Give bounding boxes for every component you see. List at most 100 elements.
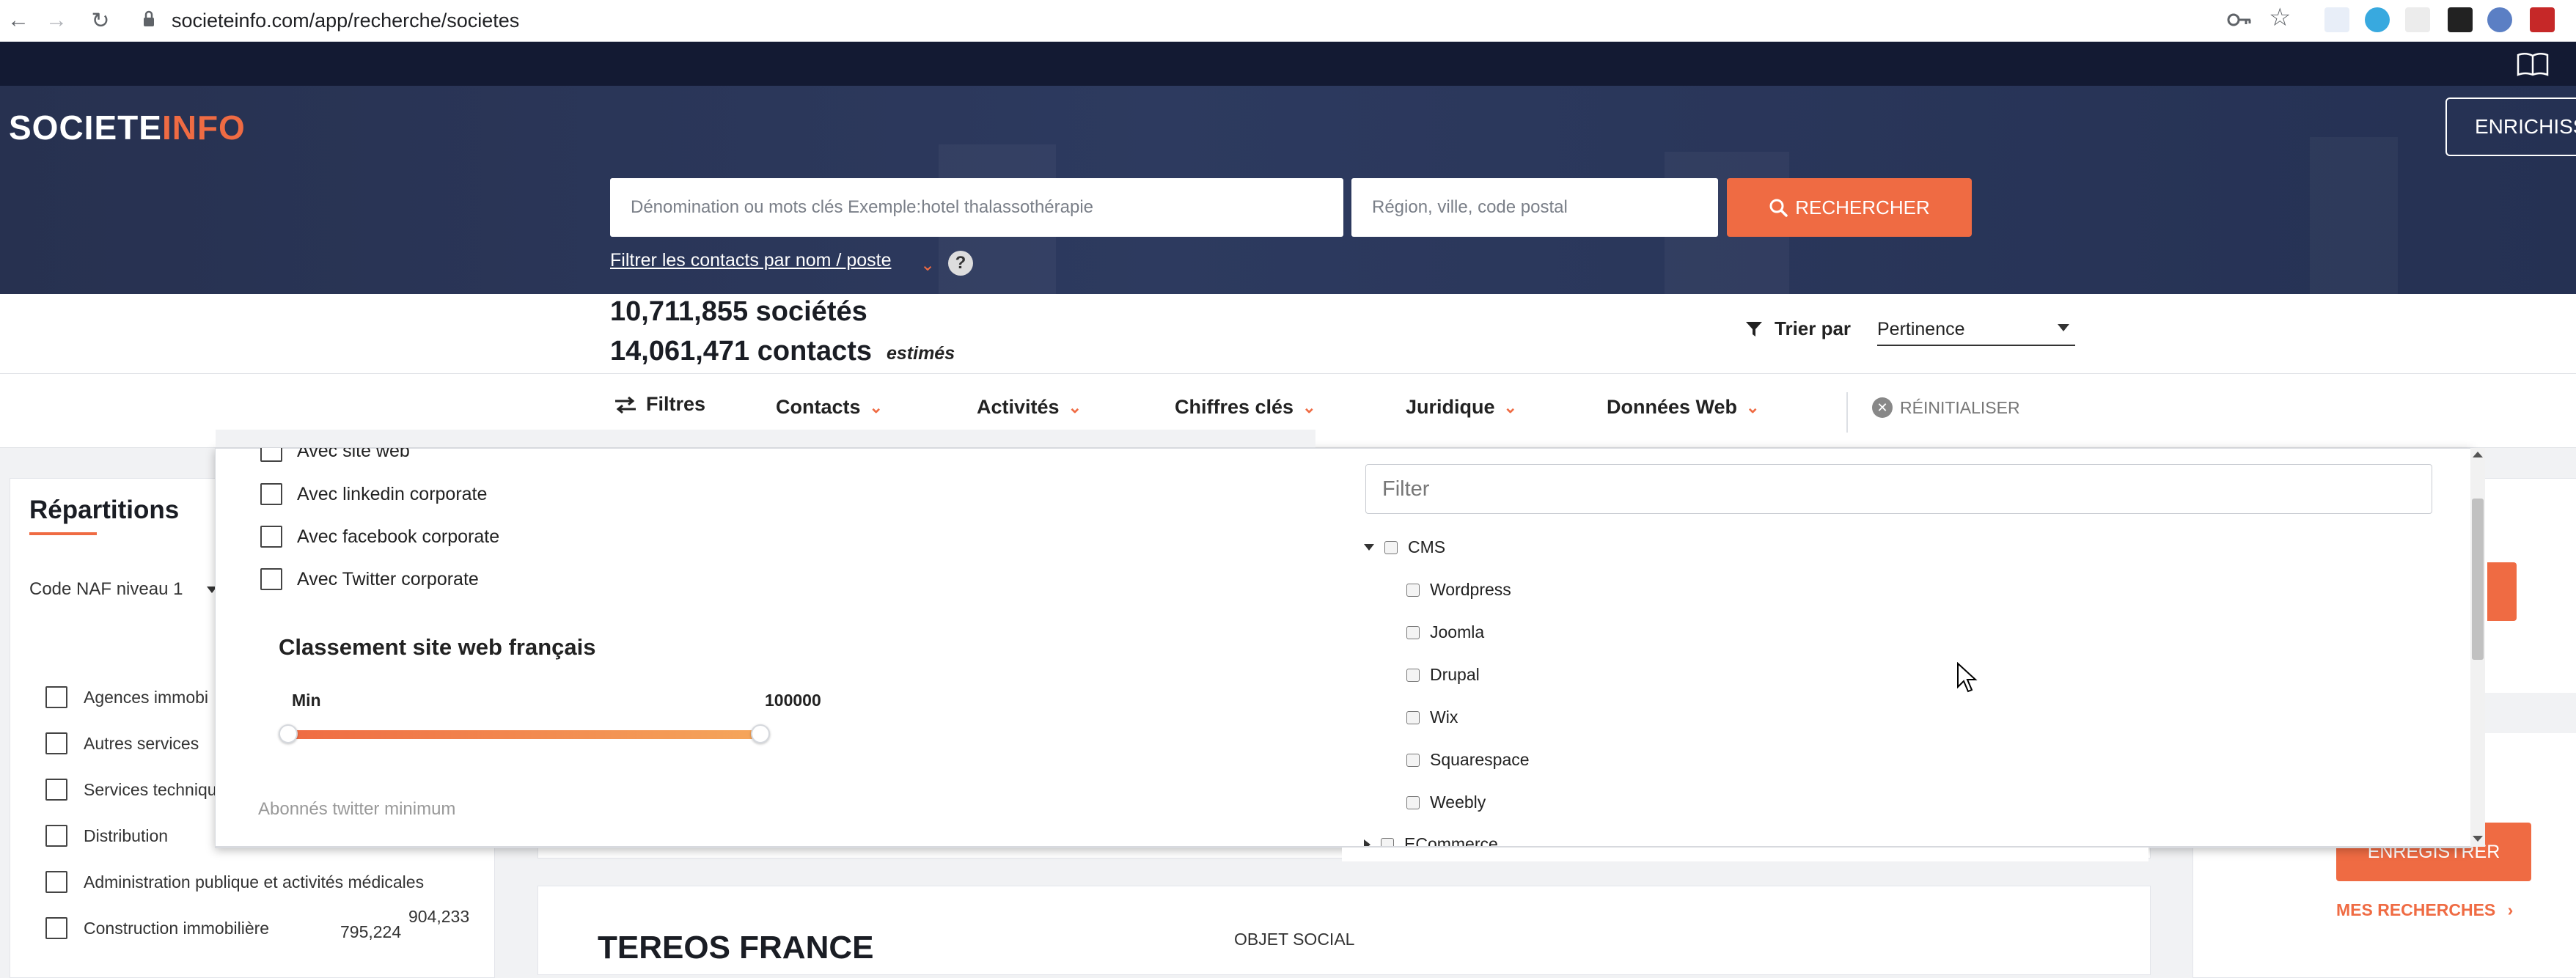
twitter-min-label: Abonnés twitter minimum bbox=[258, 799, 456, 819]
extension-icon[interactable] bbox=[2324, 7, 2349, 32]
repartitions-title: Répartitions bbox=[29, 496, 180, 524]
checkbox[interactable] bbox=[1406, 753, 1420, 767]
help-icon[interactable]: ? bbox=[948, 251, 973, 276]
tree-leaf-label: Joomla bbox=[1430, 622, 1485, 641]
repartition-value: 795,224 bbox=[340, 922, 402, 941]
clip-mask bbox=[1342, 847, 2148, 861]
repartition-row[interactable]: Construction immobilière bbox=[45, 917, 269, 939]
companies-count: 10,711,855 sociétés bbox=[610, 296, 867, 327]
tech-filter-input[interactable]: Filter bbox=[1365, 464, 2432, 514]
forward-icon[interactable]: → bbox=[38, 0, 75, 41]
tab-label: Activités bbox=[977, 396, 1060, 418]
tree-node-cms[interactable]: CMS bbox=[1364, 537, 1445, 557]
book-icon[interactable] bbox=[2517, 52, 2549, 77]
slider-max-handle[interactable] bbox=[751, 724, 770, 743]
filter-contacts-link[interactable]: Filtrer les contacts par nom / poste bbox=[610, 250, 891, 271]
objet-social-label: OBJET SOCIAL bbox=[1234, 930, 1355, 949]
action-button[interactable] bbox=[2487, 562, 2517, 621]
tree-leaf[interactable]: Wordpress bbox=[1406, 580, 1511, 600]
tree-leaf[interactable]: Drupal bbox=[1406, 665, 1480, 685]
checkbox[interactable] bbox=[1406, 668, 1420, 682]
tree-leaf-label: Weebly bbox=[1430, 793, 1486, 812]
checkbox[interactable] bbox=[260, 483, 282, 505]
checkbox[interactable] bbox=[1384, 540, 1398, 554]
repartition-row[interactable]: Agences immobi bbox=[45, 686, 208, 708]
back-icon[interactable]: ← bbox=[0, 0, 37, 41]
repartition-row[interactable]: Administration publique et activités méd… bbox=[45, 871, 424, 893]
tree-leaf[interactable]: Joomla bbox=[1406, 622, 1484, 642]
search-button[interactable]: RECHERCHER bbox=[1727, 178, 1972, 237]
tree-leaf-label: Squarespace bbox=[1430, 750, 1530, 769]
lock-icon bbox=[144, 10, 154, 26]
ranking-slider-track[interactable] bbox=[287, 730, 760, 739]
checkbox[interactable] bbox=[45, 871, 67, 893]
checkbox[interactable] bbox=[45, 732, 67, 754]
key-icon[interactable] bbox=[2227, 10, 2252, 29]
reset-button[interactable]: ✕ RÉINITIALISER bbox=[1872, 397, 2020, 418]
tree-leaf-label: Wix bbox=[1430, 707, 1458, 727]
chevron-down-icon: ⌄ bbox=[1068, 397, 1082, 416]
chevron-down-icon[interactable]: ⌄ bbox=[920, 254, 935, 276]
extension-icon[interactable] bbox=[2365, 7, 2390, 32]
ranking-min-label: Min bbox=[292, 691, 321, 710]
summary-bar bbox=[0, 294, 2576, 374]
search-input[interactable]: Dénomination ou mots clés Exemple:hotel … bbox=[610, 178, 1343, 237]
tree-leaf[interactable]: Squarespace bbox=[1406, 750, 1530, 770]
sort-label: Trier par bbox=[1775, 317, 1852, 339]
my-searches-link[interactable]: MES RECHERCHES › bbox=[2336, 900, 2513, 920]
repartition-label: Autres services bbox=[84, 733, 199, 753]
sort-select[interactable]: Pertinence bbox=[1877, 314, 2075, 346]
repartition-label: Distribution bbox=[84, 826, 169, 845]
checkbox[interactable] bbox=[45, 917, 67, 939]
checkbox[interactable] bbox=[260, 526, 282, 548]
checkbox[interactable] bbox=[1406, 710, 1420, 724]
star-icon[interactable]: ☆ bbox=[2269, 3, 2291, 32]
reload-icon[interactable]: ↻ bbox=[82, 0, 119, 41]
repartition-value: 904,233 bbox=[408, 907, 470, 926]
checkbox[interactable] bbox=[1406, 583, 1420, 597]
tab-donnees-web[interactable]: Données Web ⌄ bbox=[1607, 396, 1759, 419]
scroll-down-icon[interactable] bbox=[2473, 836, 2483, 842]
company-name[interactable]: TEREOS FRANCE bbox=[598, 930, 873, 966]
tree-leaf[interactable]: Weebly bbox=[1406, 793, 1486, 812]
enrich-button[interactable]: ENRICHISS bbox=[2445, 98, 2576, 156]
repartition-row[interactable]: Autres services bbox=[45, 732, 199, 754]
filter-funnel-icon bbox=[1746, 322, 1762, 337]
checkbox[interactable] bbox=[260, 568, 282, 590]
repartition-row[interactable]: Services techniqu bbox=[45, 779, 217, 801]
checkbox-option[interactable]: Avec Twitter corporate bbox=[260, 568, 479, 590]
expand-icon[interactable] bbox=[1364, 544, 1374, 551]
scrollbar-thumb[interactable] bbox=[2472, 499, 2484, 660]
extension-icon[interactable] bbox=[2405, 7, 2430, 32]
repartition-row[interactable]: Distribution bbox=[45, 825, 168, 847]
checkbox[interactable] bbox=[45, 779, 67, 801]
tab-contacts[interactable]: Contacts ⌄ bbox=[776, 396, 883, 419]
tab-activites[interactable]: Activités ⌄ bbox=[977, 396, 1082, 419]
tree-leaf[interactable]: Wix bbox=[1406, 707, 1458, 727]
checkbox[interactable] bbox=[1406, 795, 1420, 809]
naf-level-select[interactable]: Code NAF niveau 1 bbox=[29, 579, 183, 600]
contacts-count: 14,061,471 contacts bbox=[610, 336, 873, 367]
scroll-up-icon[interactable] bbox=[2473, 452, 2483, 457]
region-input[interactable]: Région, ville, code postal bbox=[1351, 178, 1718, 237]
checkbox-option[interactable]: Avec linkedin corporate bbox=[260, 483, 487, 505]
extension-icon[interactable] bbox=[2530, 7, 2555, 32]
checkbox[interactable] bbox=[45, 825, 67, 847]
tab-juridique[interactable]: Juridique ⌄ bbox=[1406, 396, 1517, 419]
slider-min-handle[interactable] bbox=[279, 724, 298, 743]
reset-label: RÉINITIALISER bbox=[1900, 397, 2020, 417]
tab-label: Données Web bbox=[1607, 396, 1738, 418]
checkbox[interactable] bbox=[45, 686, 67, 708]
checkbox-option[interactable]: Avec facebook corporate bbox=[260, 526, 499, 548]
logo[interactable]: SOCIETEINFO bbox=[9, 108, 246, 147]
extension-icon[interactable] bbox=[2487, 7, 2512, 32]
chevron-right-icon: › bbox=[2507, 900, 2514, 919]
repartition-label: Construction immobilière bbox=[84, 918, 270, 938]
tab-chiffres-cles[interactable]: Chiffres clés ⌄ bbox=[1175, 396, 1316, 419]
tab-filtres[interactable]: Filtres bbox=[614, 393, 705, 416]
address-bar[interactable]: societeinfo.com/app/recherche/societes bbox=[172, 6, 519, 35]
extension-icon[interactable] bbox=[2448, 7, 2473, 32]
repartition-label: Agences immobi bbox=[84, 687, 209, 707]
checkbox[interactable] bbox=[1406, 625, 1420, 639]
my-searches-label: MES RECHERCHES bbox=[2336, 900, 2496, 919]
